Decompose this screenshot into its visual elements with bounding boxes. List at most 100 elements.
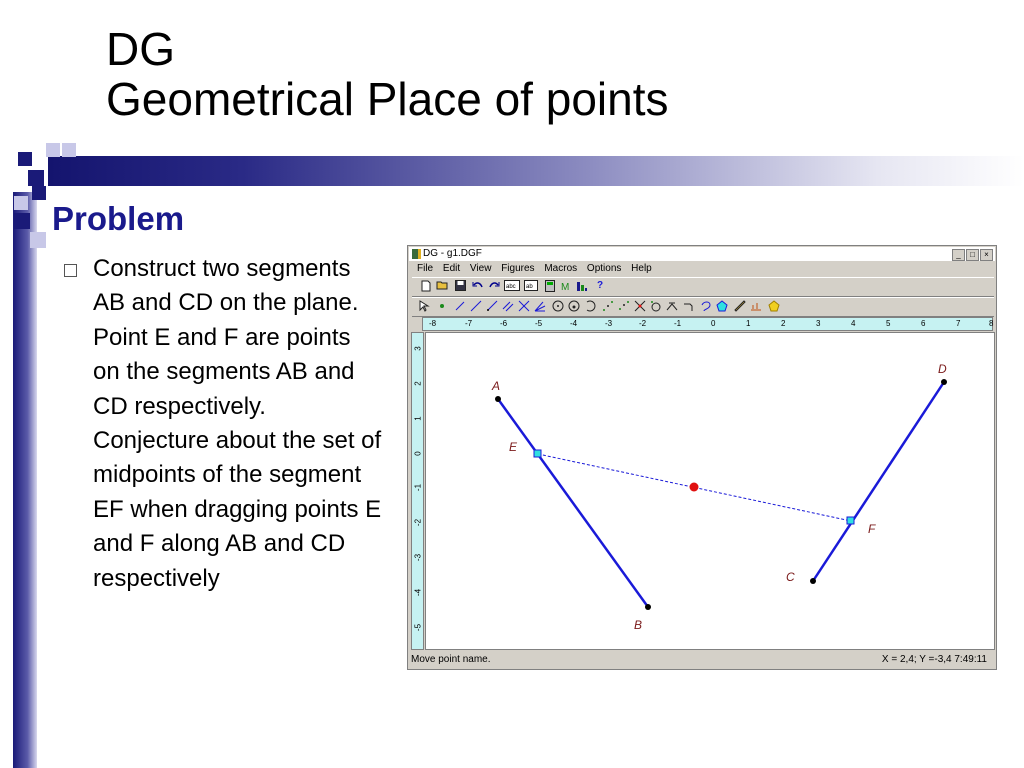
label-f: F	[868, 522, 876, 536]
circle-icon[interactable]	[552, 300, 564, 312]
vertical-ruler: 3 2 1 0 -1 -2 -3 -4 -5	[411, 332, 424, 650]
y-tick: -4	[413, 588, 423, 597]
status-coordinates: X = 2,4; Y =-3,4 7:49:11	[881, 654, 987, 665]
point-e[interactable]	[533, 449, 542, 458]
segment-icon[interactable]	[454, 300, 466, 312]
pointer-icon[interactable]	[418, 300, 430, 312]
menu-help[interactable]: Help	[631, 263, 652, 274]
arc-icon[interactable]	[584, 300, 596, 312]
x-tick: 4	[851, 319, 856, 328]
slide-title: DG Geometrical Place of points	[106, 24, 669, 124]
y-tick: 3	[413, 346, 423, 351]
x-tick: -5	[535, 319, 543, 328]
point-d[interactable]	[941, 379, 947, 385]
y-tick: -2	[413, 518, 423, 527]
x-tick: 2	[781, 319, 786, 328]
status-bar: Move point name. X = 2,4; Y =-3,4 7:49:1…	[409, 653, 995, 667]
x-tick: -8	[429, 319, 437, 328]
y-tick: -3	[413, 553, 423, 562]
x-tick: 0	[711, 319, 716, 328]
svg-text:M: M	[561, 282, 569, 292]
ray-icon[interactable]	[486, 300, 498, 312]
geometry-figure[interactable]: A B C D E F	[426, 333, 994, 649]
ruler-icon[interactable]	[750, 300, 762, 312]
line-icon[interactable]	[470, 300, 482, 312]
rotation-icon[interactable]	[650, 300, 662, 312]
midpoint-m[interactable]	[689, 482, 699, 492]
minimize-button[interactable]: _	[952, 249, 965, 261]
calculator-icon[interactable]	[544, 280, 556, 292]
area-icon[interactable]	[768, 300, 780, 312]
y-tick: 0	[413, 451, 423, 456]
horizontal-ruler: -8 -7 -6 -5 -4 -3 -2 -1 0 1 2 3 4 5 6 7 …	[422, 317, 993, 331]
measure-icon[interactable]	[734, 300, 746, 312]
x-tick: -3	[605, 319, 613, 328]
section-heading: Problem	[52, 200, 185, 237]
main-toolbar: abc ab M ?	[412, 277, 994, 297]
segment-ab[interactable]	[496, 398, 650, 608]
circle-3pt-icon[interactable]	[568, 300, 580, 312]
close-button[interactable]: ×	[980, 249, 993, 261]
construction-toolbar	[412, 297, 994, 317]
angle-bisector-icon[interactable]	[534, 300, 546, 312]
open-icon[interactable]	[436, 280, 448, 292]
redo-icon[interactable]	[488, 280, 500, 292]
window-titlebar[interactable]: DG - g1.DGF _ □ ×	[409, 247, 995, 261]
menu-file[interactable]: File	[417, 263, 433, 274]
label-b: B	[634, 618, 642, 632]
label-c: C	[786, 570, 795, 584]
menu-edit[interactable]: Edit	[443, 263, 460, 274]
x-tick: 1	[746, 319, 751, 328]
point-a[interactable]	[495, 396, 501, 402]
parallel-icon[interactable]	[502, 300, 514, 312]
point-icon[interactable]	[436, 300, 448, 312]
menu-options[interactable]: Options	[587, 263, 621, 274]
segment-cd[interactable]	[811, 381, 946, 582]
locus-icon[interactable]	[700, 300, 712, 312]
window-title: DG - g1.DGF	[423, 248, 482, 259]
x-tick: -2	[639, 319, 647, 328]
label-d: D	[938, 362, 947, 376]
menu-bar: File Edit View Figures Macros Options He…	[410, 262, 652, 276]
translation-icon[interactable]	[666, 300, 678, 312]
label-ab-icon[interactable]: ab	[524, 280, 538, 292]
app-icon	[412, 249, 421, 259]
undo-icon[interactable]	[472, 280, 484, 292]
slide-title-line2: Geometrical Place of points	[106, 73, 669, 125]
save-icon[interactable]	[454, 280, 466, 292]
bullet-text: Construct two segments AB and CD on the …	[93, 255, 382, 592]
macro-icon[interactable]: M	[560, 280, 572, 293]
y-tick: -1	[413, 483, 423, 492]
polygon-icon[interactable]	[716, 300, 728, 312]
menu-figures[interactable]: Figures	[501, 263, 534, 274]
x-tick: -7	[465, 319, 473, 328]
svg-text:ab: ab	[526, 284, 533, 290]
perpendicular-icon[interactable]	[518, 300, 530, 312]
x-tick: -1	[674, 319, 682, 328]
y-tick: -5	[413, 623, 423, 632]
midpoint-icon[interactable]	[602, 300, 614, 312]
point-f[interactable]	[846, 516, 855, 525]
help-icon[interactable]: ?	[594, 280, 606, 292]
label-abc-icon[interactable]: abc	[504, 280, 520, 292]
y-tick: 1	[413, 416, 423, 421]
label-e: E	[509, 440, 518, 454]
info-icon[interactable]	[576, 280, 588, 292]
maximize-button[interactable]: □	[966, 249, 979, 261]
intersection-icon[interactable]	[634, 300, 646, 312]
menu-macros[interactable]: Macros	[544, 263, 577, 274]
label-a: A	[491, 379, 500, 393]
x-tick: -6	[500, 319, 508, 328]
arc2-icon[interactable]	[682, 300, 694, 312]
menu-view[interactable]: View	[470, 263, 492, 274]
symmetric-icon[interactable]	[618, 300, 630, 312]
y-tick: 2	[413, 381, 423, 386]
bullet-square-icon	[64, 264, 77, 277]
point-c[interactable]	[810, 578, 816, 584]
title-underline-band	[48, 156, 1024, 186]
point-b[interactable]	[645, 604, 651, 610]
new-icon[interactable]	[420, 280, 432, 292]
x-tick: -4	[570, 319, 578, 328]
x-tick: 5	[886, 319, 891, 328]
drawing-canvas[interactable]: A B C D E F	[425, 332, 995, 650]
